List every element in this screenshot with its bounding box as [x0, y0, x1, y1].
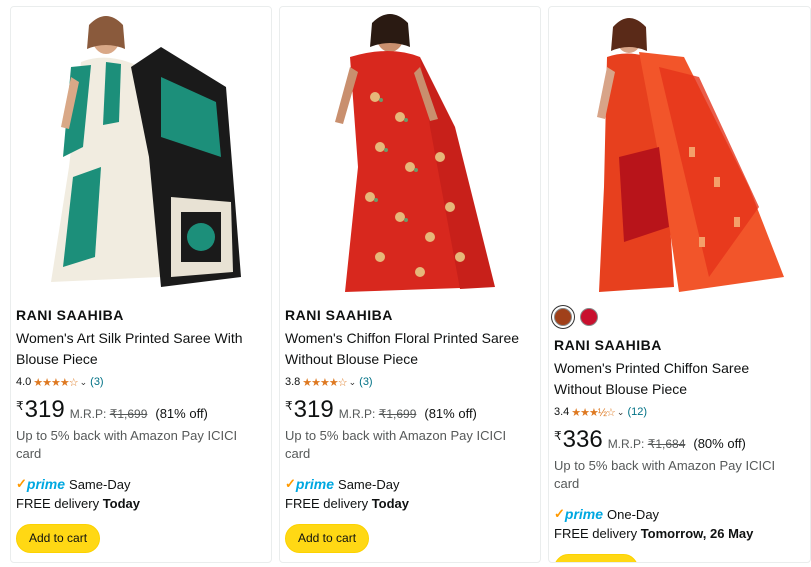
product-title[interactable]: Women's Chiffon Floral Printed Saree Wit…: [285, 328, 532, 370]
product-card[interactable]: RANI SAAHIBA Women's Chiffon Floral Prin…: [279, 6, 541, 563]
discount: (81% off): [155, 406, 208, 421]
prime-row: ✓ prime Same-Day: [16, 475, 263, 493]
brand-name: RANI SAAHIBA: [554, 337, 662, 353]
delivery-date: Tomorrow, 26 May: [640, 526, 754, 541]
price-row: ₹ 319 M.R.P: ₹1,699 (81% off): [16, 397, 263, 425]
cashback-offer: Up to 5% back with Amazon Pay ICICI card: [554, 458, 776, 491]
mrp-value: ₹1,684: [647, 437, 686, 451]
brand-name: RANI SAAHIBA: [16, 307, 124, 323]
price: 319: [24, 396, 65, 423]
rating-row: 3.4 ★★★½☆ ⌄ (12): [554, 404, 802, 420]
product-image[interactable]: [11, 7, 271, 297]
color-swatch[interactable]: [554, 308, 572, 326]
product-title-line[interactable]: Without Blouse Piece: [285, 349, 532, 370]
review-count-link[interactable]: (3): [359, 376, 372, 388]
saree-image-icon: [11, 7, 271, 297]
add-to-cart-button[interactable]: Add to cart: [285, 524, 370, 553]
mrp: M.R.P: ₹1,684: [608, 437, 686, 451]
chevron-down-icon[interactable]: ⌄: [617, 407, 625, 418]
discount: (81% off): [424, 406, 477, 421]
prime-label: prime: [295, 476, 335, 492]
rating-row: 3.8 ★★★★☆ ⌄ (3): [285, 374, 532, 390]
price-row: ₹ 336 M.R.P: ₹1,684 (80% off): [554, 427, 802, 455]
delivery-info: FREE delivery Tomorrow, 26 May: [554, 525, 802, 543]
color-swatches: [554, 307, 802, 327]
saree-image-icon: [549, 7, 810, 297]
product-title-line[interactable]: Without Blouse Piece: [554, 379, 802, 400]
prime-logo-icon: ✓ prime: [554, 506, 604, 522]
delivery-info: FREE delivery Today: [285, 495, 532, 513]
star-rating-icon[interactable]: ★★★★☆: [302, 376, 347, 389]
review-count-link[interactable]: (3): [90, 376, 103, 388]
price: 319: [293, 396, 334, 423]
product-card[interactable]: RANI SAAHIBA Women's Art Silk Printed Sa…: [10, 6, 272, 563]
product-title-line[interactable]: Blouse Piece: [16, 349, 263, 370]
delivery-speed: One-Day: [607, 506, 660, 522]
mrp-label: M.R.P:: [607, 437, 645, 451]
prime-row: ✓ prime Same-Day: [285, 475, 532, 493]
saree-image-icon: [280, 7, 540, 297]
product-title[interactable]: Women's Art Silk Printed Saree With Blou…: [16, 328, 263, 370]
brand-name: RANI SAAHIBA: [285, 307, 393, 323]
delivery-prefix: FREE delivery: [16, 496, 100, 511]
delivery-speed: Same-Day: [69, 476, 131, 492]
discount: (80% off): [693, 436, 746, 451]
rating-value: 4.0: [16, 376, 32, 388]
delivery-date: Today: [371, 496, 410, 511]
prime-row: ✓ prime One-Day: [554, 505, 802, 523]
mrp: M.R.P: ₹1,699: [70, 407, 148, 421]
review-count-link[interactable]: (12): [627, 406, 647, 418]
delivery-info: FREE delivery Today: [16, 495, 263, 513]
delivery-prefix: FREE delivery: [554, 526, 638, 541]
product-card[interactable]: RANI SAAHIBA Women's Printed Chiffon Sar…: [548, 6, 811, 563]
product-title-line[interactable]: Women's Chiffon Floral Printed Saree: [285, 328, 532, 349]
product-title-line[interactable]: Women's Printed Chiffon Saree: [554, 358, 802, 379]
product-image[interactable]: [549, 7, 810, 297]
mrp-value: ₹1,699: [378, 407, 417, 421]
chevron-down-icon[interactable]: ⌄: [349, 377, 357, 388]
chevron-down-icon[interactable]: ⌄: [80, 377, 88, 388]
delivery-prefix: FREE delivery: [285, 496, 369, 511]
delivery-date: Today: [102, 496, 141, 511]
delivery-speed: Same-Day: [338, 476, 400, 492]
cashback-offer: Up to 5% back with Amazon Pay ICICI card: [16, 428, 238, 461]
price: 336: [562, 426, 603, 453]
prime-label: prime: [26, 476, 66, 492]
currency-symbol: ₹: [554, 429, 562, 443]
currency-symbol: ₹: [16, 399, 24, 413]
star-rating-icon[interactable]: ★★★½☆: [571, 406, 616, 419]
mrp-label: M.R.P:: [69, 407, 107, 421]
rating-row: 4.0 ★★★★☆ ⌄ (3): [16, 374, 263, 390]
color-swatch[interactable]: [580, 308, 598, 326]
rating-value: 3.4: [554, 406, 570, 418]
mrp-label: M.R.P:: [338, 407, 376, 421]
add-to-cart-button[interactable]: Add to cart: [554, 554, 639, 562]
currency-symbol: ₹: [285, 399, 293, 413]
prime-label: prime: [564, 506, 604, 522]
add-to-cart-button[interactable]: Add to cart: [16, 524, 101, 553]
mrp: M.R.P: ₹1,699: [339, 407, 417, 421]
star-rating-icon[interactable]: ★★★★☆: [33, 376, 78, 389]
price-row: ₹ 319 M.R.P: ₹1,699 (81% off): [285, 397, 532, 425]
mrp-value: ₹1,699: [109, 407, 148, 421]
product-title[interactable]: Women's Printed Chiffon Saree Without Bl…: [554, 358, 802, 400]
cashback-offer: Up to 5% back with Amazon Pay ICICI card: [285, 428, 507, 461]
product-title-line[interactable]: Women's Art Silk Printed Saree With: [16, 328, 263, 349]
product-image[interactable]: [280, 7, 540, 297]
prime-logo-icon: ✓ prime: [285, 476, 335, 492]
rating-value: 3.8: [285, 376, 301, 388]
prime-logo-icon: ✓ prime: [16, 476, 66, 492]
